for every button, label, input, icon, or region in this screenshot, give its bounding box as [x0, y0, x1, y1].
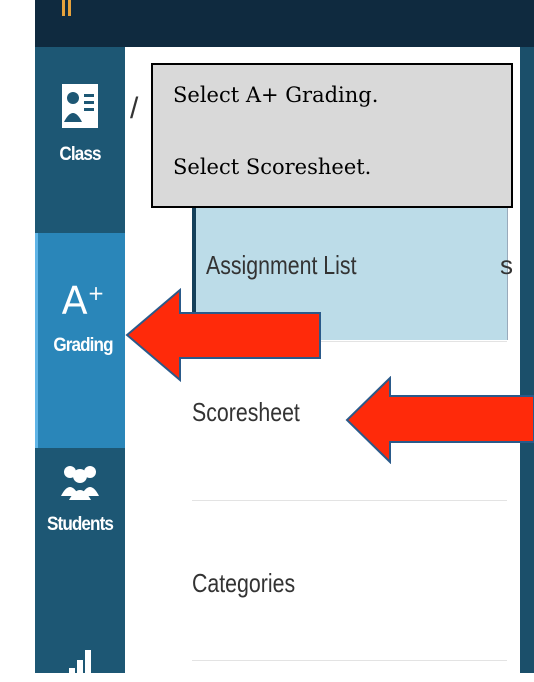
- sidebar: Class A+ Grading Students: [35, 47, 128, 682]
- sidebar-item-label: Students: [47, 514, 114, 535]
- sidebar-item-reports[interactable]: [35, 642, 125, 682]
- left-margin: [0, 0, 35, 673]
- chart-icon: [69, 650, 91, 682]
- sidebar-item-class[interactable]: Class: [35, 82, 125, 222]
- divider: [192, 660, 507, 661]
- menu-item-label: Categories: [192, 568, 296, 598]
- top-bar: [35, 0, 534, 47]
- sidebar-item-label: Grading: [53, 334, 113, 356]
- arrow-grading-icon: [125, 288, 321, 383]
- truncated-content: s: [500, 250, 513, 280]
- students-icon: [61, 466, 99, 500]
- class-icon: [62, 84, 98, 128]
- arrow-scoresheet-icon: [345, 376, 534, 464]
- grade-a-glyph: A: [61, 278, 88, 323]
- instruction-callout: Select A+ Grading. Select Scoresheet.: [151, 63, 513, 208]
- instruction-line-2: Select Scoresheet.: [173, 155, 372, 179]
- sidebar-item-grading[interactable]: A+ Grading: [35, 233, 128, 448]
- sidebar-item-students[interactable]: Students: [35, 462, 125, 592]
- menu-item-label: Scoresheet: [192, 397, 300, 427]
- grade-a-plus-icon: A+: [61, 278, 105, 323]
- sidebar-item-label: Class: [59, 144, 101, 165]
- instruction-line-1: Select A+ Grading.: [173, 83, 379, 107]
- logo-icon: [62, 0, 74, 16]
- content-edge: [520, 47, 534, 673]
- page-title-partial: /: [130, 92, 139, 125]
- menu-item-categories[interactable]: Categories: [192, 568, 507, 599]
- menu-item-label: Assignment List: [206, 250, 357, 280]
- divider: [192, 500, 507, 501]
